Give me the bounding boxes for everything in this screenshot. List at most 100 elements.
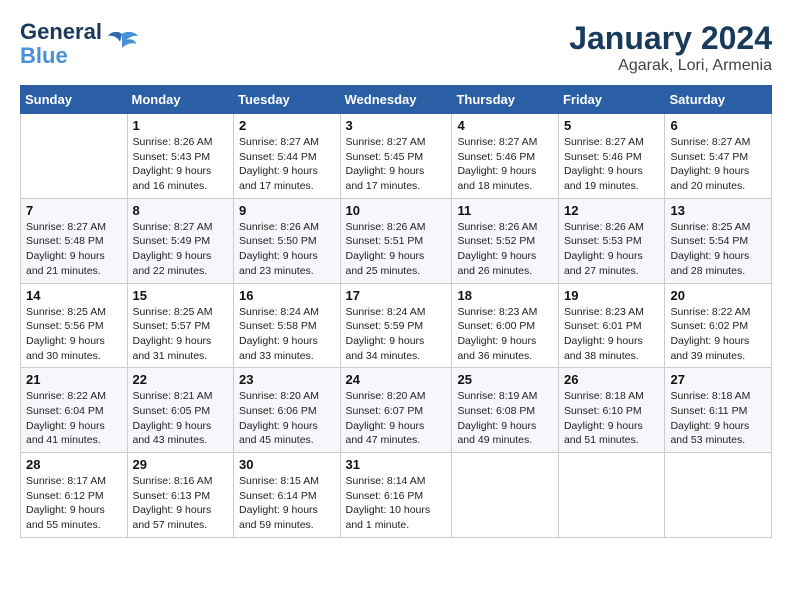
calendar-cell: 21Sunrise: 8:22 AM Sunset: 6:04 PM Dayli… <box>21 368 128 453</box>
calendar-cell: 17 Sunrise: 8:24 AM Sunset: 5:59 PM Dayli… <box>340 283 452 368</box>
calendar-week-5: 28 Sunrise: 8:17 AM Sunset: 6:12 PM Dayli… <box>21 453 772 538</box>
day-number: 5 <box>564 118 660 133</box>
calendar-cell: 23 Sunrise: 8:20 AM Sunset: 6:06 PM Dayli… <box>234 368 341 453</box>
calendar-cell: 3Sunrise: 8:27 AM Sunset: 5:45 PM Daylig… <box>340 114 452 199</box>
day-info: Sunrise: 8:23 AM Sunset: 6:00 PM Dayligh… <box>457 305 553 364</box>
day-info: Sunrise: 8:25 AM Sunset: 5:54 PM Dayligh… <box>670 220 766 279</box>
calendar-cell: 1Sunrise: 8:26 AM Sunset: 5:43 PM Daylig… <box>127 114 234 199</box>
calendar-table: SundayMondayTuesdayWednesdayThursdayFrid… <box>20 85 772 538</box>
day-number: 12 <box>564 203 660 218</box>
day-number: 3 <box>346 118 447 133</box>
day-number: 14 <box>26 288 122 303</box>
day-info: Sunrise: 8:24 AM Sunset: 5:59 PM Dayligh… <box>346 305 447 364</box>
calendar-week-4: 21Sunrise: 8:22 AM Sunset: 6:04 PM Dayli… <box>21 368 772 453</box>
day-info: Sunrise: 8:20 AM Sunset: 6:07 PM Dayligh… <box>346 389 447 448</box>
day-info: Sunrise: 8:26 AM Sunset: 5:53 PM Dayligh… <box>564 220 660 279</box>
calendar-cell <box>558 453 665 538</box>
day-number: 1 <box>133 118 229 133</box>
day-number: 30 <box>239 457 335 472</box>
calendar-cell: 24 Sunrise: 8:20 AM Sunset: 6:07 PM Dayli… <box>340 368 452 453</box>
calendar-week-1: 1Sunrise: 8:26 AM Sunset: 5:43 PM Daylig… <box>21 114 772 199</box>
calendar-cell: 9 Sunrise: 8:26 AM Sunset: 5:50 PM Daylig… <box>234 198 341 283</box>
day-info: Sunrise: 8:25 AM Sunset: 5:57 PM Dayligh… <box>133 305 229 364</box>
day-number: 25 <box>457 372 553 387</box>
calendar-cell: 6Sunrise: 8:27 AM Sunset: 5:47 PM Daylig… <box>665 114 772 199</box>
day-info: Sunrise: 8:20 AM Sunset: 6:06 PM Dayligh… <box>239 389 335 448</box>
day-info: Sunrise: 8:22 AM Sunset: 6:04 PM Dayligh… <box>26 389 122 448</box>
logo-text: GeneralBlue <box>20 20 102 68</box>
day-number: 9 <box>239 203 335 218</box>
page-header: GeneralBlue January 2024 Agarak, Lori, A… <box>20 20 772 75</box>
day-number: 29 <box>133 457 229 472</box>
day-number: 13 <box>670 203 766 218</box>
day-info: Sunrise: 8:27 AM Sunset: 5:44 PM Dayligh… <box>239 135 335 194</box>
calendar-cell: 15 Sunrise: 8:25 AM Sunset: 5:57 PM Dayli… <box>127 283 234 368</box>
calendar-week-2: 7Sunrise: 8:27 AM Sunset: 5:48 PM Daylig… <box>21 198 772 283</box>
day-info: Sunrise: 8:25 AM Sunset: 5:56 PM Dayligh… <box>26 305 122 364</box>
day-info: Sunrise: 8:14 AM Sunset: 6:16 PM Dayligh… <box>346 474 447 533</box>
calendar-header: SundayMondayTuesdayWednesdayThursdayFrid… <box>21 86 772 114</box>
day-info: Sunrise: 8:26 AM Sunset: 5:51 PM Dayligh… <box>346 220 447 279</box>
day-info: Sunrise: 8:23 AM Sunset: 6:01 PM Dayligh… <box>564 305 660 364</box>
day-number: 18 <box>457 288 553 303</box>
calendar-cell: 27Sunrise: 8:18 AM Sunset: 6:11 PM Dayli… <box>665 368 772 453</box>
day-info: Sunrise: 8:16 AM Sunset: 6:13 PM Dayligh… <box>133 474 229 533</box>
day-number: 23 <box>239 372 335 387</box>
day-number: 28 <box>26 457 122 472</box>
day-info: Sunrise: 8:18 AM Sunset: 6:11 PM Dayligh… <box>670 389 766 448</box>
calendar-cell: 18 Sunrise: 8:23 AM Sunset: 6:00 PM Dayli… <box>452 283 559 368</box>
day-number: 8 <box>133 203 229 218</box>
calendar-cell: 16Sunrise: 8:24 AM Sunset: 5:58 PM Dayli… <box>234 283 341 368</box>
calendar-cell: 14 Sunrise: 8:25 AM Sunset: 5:56 PM Dayli… <box>21 283 128 368</box>
calendar-cell: 28 Sunrise: 8:17 AM Sunset: 6:12 PM Dayli… <box>21 453 128 538</box>
day-number: 19 <box>564 288 660 303</box>
title-block: January 2024 Agarak, Lori, Armenia <box>569 20 772 75</box>
day-info: Sunrise: 8:26 AM Sunset: 5:52 PM Dayligh… <box>457 220 553 279</box>
calendar-cell: 26Sunrise: 8:18 AM Sunset: 6:10 PM Dayli… <box>558 368 665 453</box>
day-info: Sunrise: 8:19 AM Sunset: 6:08 PM Dayligh… <box>457 389 553 448</box>
calendar-cell: 31 Sunrise: 8:14 AM Sunset: 6:16 PM Dayli… <box>340 453 452 538</box>
day-info: Sunrise: 8:26 AM Sunset: 5:50 PM Dayligh… <box>239 220 335 279</box>
day-info: Sunrise: 8:27 AM Sunset: 5:49 PM Dayligh… <box>133 220 229 279</box>
page-title: January 2024 <box>569 20 772 57</box>
calendar-cell: 12 Sunrise: 8:26 AM Sunset: 5:53 PM Dayli… <box>558 198 665 283</box>
calendar-cell <box>665 453 772 538</box>
calendar-cell <box>21 114 128 199</box>
column-header-monday: Monday <box>127 86 234 114</box>
day-info: Sunrise: 8:21 AM Sunset: 6:05 PM Dayligh… <box>133 389 229 448</box>
day-number: 11 <box>457 203 553 218</box>
calendar-cell: 19 Sunrise: 8:23 AM Sunset: 6:01 PM Dayli… <box>558 283 665 368</box>
column-header-tuesday: Tuesday <box>234 86 341 114</box>
calendar-cell: 22 Sunrise: 8:21 AM Sunset: 6:05 PM Dayli… <box>127 368 234 453</box>
column-header-wednesday: Wednesday <box>340 86 452 114</box>
day-number: 2 <box>239 118 335 133</box>
logo-bird-icon <box>106 30 138 58</box>
calendar-cell: 25 Sunrise: 8:19 AM Sunset: 6:08 PM Dayli… <box>452 368 559 453</box>
calendar-week-3: 14 Sunrise: 8:25 AM Sunset: 5:56 PM Dayli… <box>21 283 772 368</box>
day-number: 15 <box>133 288 229 303</box>
calendar-cell: 7Sunrise: 8:27 AM Sunset: 5:48 PM Daylig… <box>21 198 128 283</box>
day-number: 22 <box>133 372 229 387</box>
calendar-cell: 30 Sunrise: 8:15 AM Sunset: 6:14 PM Dayli… <box>234 453 341 538</box>
calendar-cell: 29 Sunrise: 8:16 AM Sunset: 6:13 PM Dayli… <box>127 453 234 538</box>
column-header-friday: Friday <box>558 86 665 114</box>
day-number: 31 <box>346 457 447 472</box>
header-row: SundayMondayTuesdayWednesdayThursdayFrid… <box>21 86 772 114</box>
column-header-saturday: Saturday <box>665 86 772 114</box>
day-number: 24 <box>346 372 447 387</box>
day-number: 17 <box>346 288 447 303</box>
day-info: Sunrise: 8:27 AM Sunset: 5:47 PM Dayligh… <box>670 135 766 194</box>
calendar-cell: 13 Sunrise: 8:25 AM Sunset: 5:54 PM Dayli… <box>665 198 772 283</box>
day-number: 4 <box>457 118 553 133</box>
calendar-body: 1Sunrise: 8:26 AM Sunset: 5:43 PM Daylig… <box>21 114 772 538</box>
day-info: Sunrise: 8:17 AM Sunset: 6:12 PM Dayligh… <box>26 474 122 533</box>
day-info: Sunrise: 8:18 AM Sunset: 6:10 PM Dayligh… <box>564 389 660 448</box>
column-header-sunday: Sunday <box>21 86 128 114</box>
calendar-cell: 10Sunrise: 8:26 AM Sunset: 5:51 PM Dayli… <box>340 198 452 283</box>
day-info: Sunrise: 8:27 AM Sunset: 5:46 PM Dayligh… <box>564 135 660 194</box>
day-info: Sunrise: 8:22 AM Sunset: 6:02 PM Dayligh… <box>670 305 766 364</box>
day-number: 20 <box>670 288 766 303</box>
day-info: Sunrise: 8:27 AM Sunset: 5:46 PM Dayligh… <box>457 135 553 194</box>
day-number: 7 <box>26 203 122 218</box>
day-info: Sunrise: 8:15 AM Sunset: 6:14 PM Dayligh… <box>239 474 335 533</box>
